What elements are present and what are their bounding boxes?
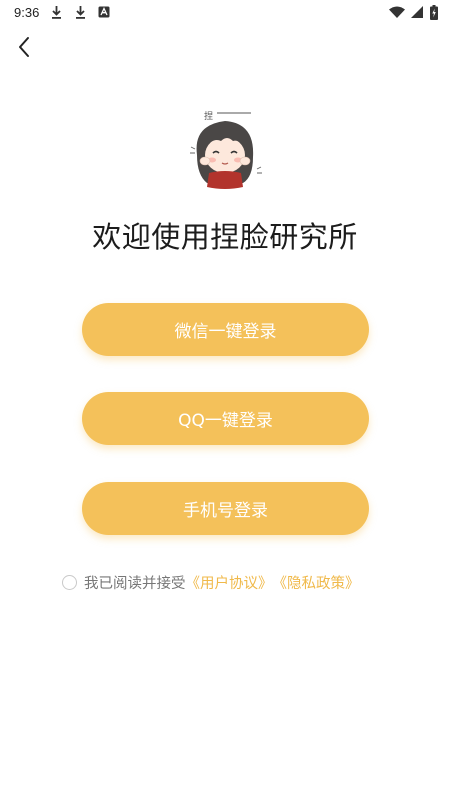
wifi-icon [389, 4, 405, 20]
phone-login-button[interactable]: 手机号登录 [82, 482, 369, 535]
qq-login-button[interactable]: QQ一键登录 [82, 392, 369, 445]
welcome-title: 欢迎使用捏脸研究所 [92, 220, 358, 254]
app-notification-icon [97, 4, 111, 20]
back-button[interactable] [10, 33, 38, 61]
status-right [389, 4, 438, 20]
signal-icon [410, 4, 424, 20]
status-left: 9:36 [14, 4, 111, 20]
battery-charging-icon [429, 4, 438, 20]
agreement-prefix: 我已阅读并接受 [84, 576, 186, 592]
download-icon [73, 4, 87, 20]
agreement-row: 我已阅读并接受 《用户协议》 《隐私政策》 [62, 572, 360, 593]
download-icon [49, 4, 63, 20]
status-bar: 9:36 [0, 0, 450, 24]
status-time: 9:36 [14, 4, 40, 20]
user-agreement-link[interactable]: 《用户协议》 [186, 572, 273, 593]
mascot-speech-text: 捏 [204, 110, 213, 122]
agreement-checkbox[interactable] [62, 575, 77, 590]
mascot-image: 捏 [181, 103, 271, 193]
wechat-login-button[interactable]: 微信一键登录 [82, 303, 369, 356]
privacy-policy-link[interactable]: 《隐私政策》 [273, 572, 360, 593]
chevron-left-icon [17, 36, 31, 58]
